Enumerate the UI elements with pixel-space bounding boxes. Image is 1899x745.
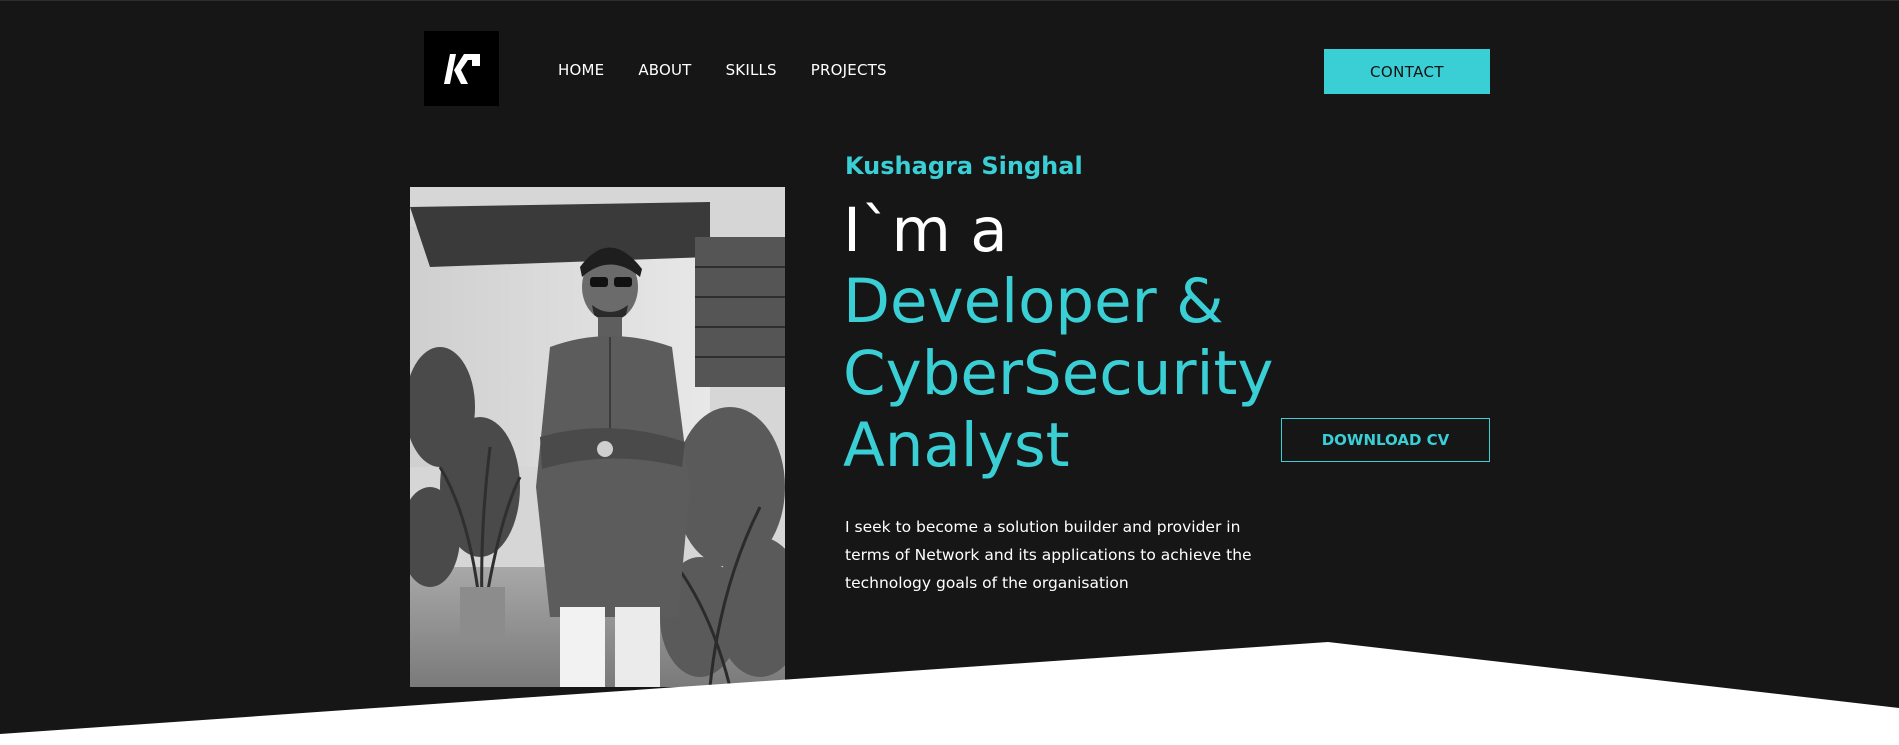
- kp-monogram-icon: [443, 53, 480, 84]
- download-cv-button[interactable]: DOWNLOAD CV: [1281, 418, 1490, 462]
- nav-link-projects[interactable]: PROJECTS: [811, 61, 887, 79]
- nav-link-skills[interactable]: SKILLS: [726, 61, 777, 79]
- hero-name: Kushagra Singhal: [845, 152, 1083, 180]
- contact-button[interactable]: CONTACT: [1324, 49, 1490, 94]
- profile-photo: [410, 187, 785, 687]
- hero-role-line: CyberSecurity: [843, 338, 1274, 409]
- nav-link-about[interactable]: ABOUT: [638, 61, 691, 79]
- hero-description: I seek to become a solution builder and …: [845, 518, 1252, 592]
- top-divider: [0, 0, 1899, 1]
- hero-role-line: Analyst: [843, 410, 1070, 481]
- site-logo[interactable]: [424, 31, 499, 106]
- hero-role-line: Developer &: [843, 266, 1224, 337]
- hero-role: Developer & CyberSecurity Analyst: [843, 266, 1283, 482]
- main-nav: HOME ABOUT SKILLS PROJECTS: [558, 61, 887, 79]
- hero-intro: I`m a: [843, 195, 1008, 266]
- portfolio-page: HOME ABOUT SKILLS PROJECTS CONTACT Kusha…: [0, 0, 1899, 745]
- nav-link-home[interactable]: HOME: [558, 61, 604, 79]
